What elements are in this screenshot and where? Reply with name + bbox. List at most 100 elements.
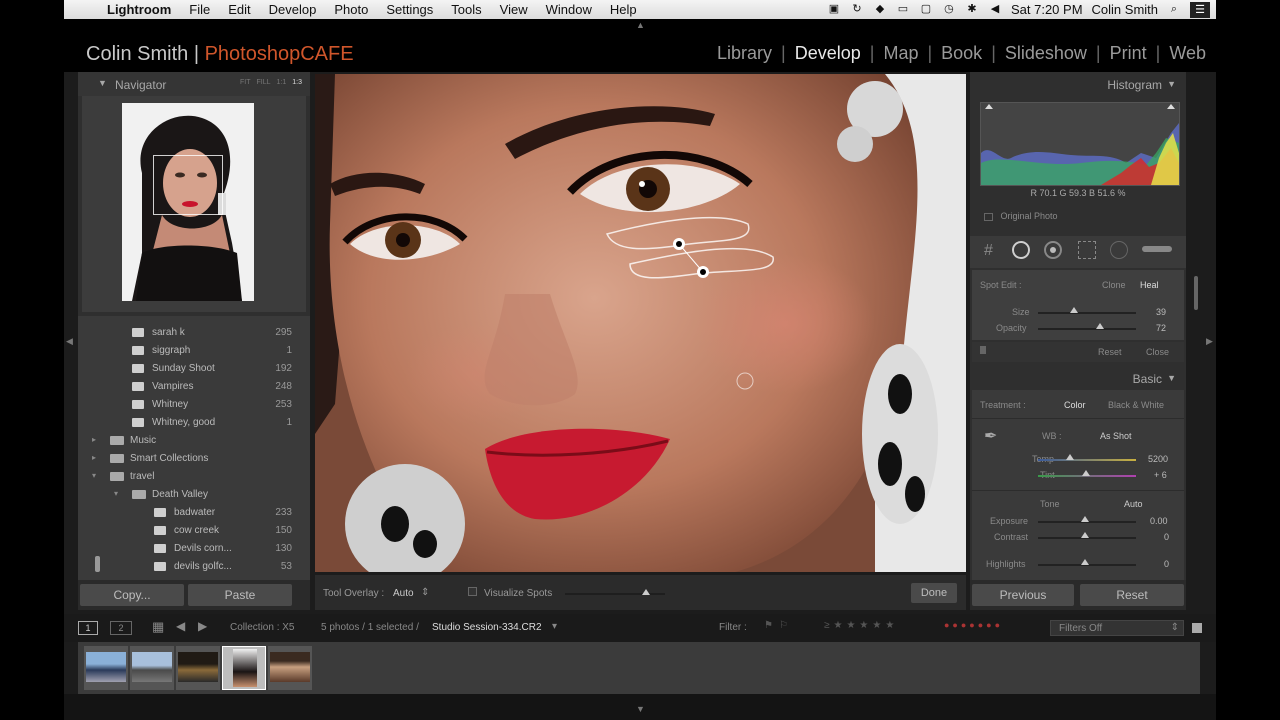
time-machine-icon[interactable]: ◷ xyxy=(942,4,956,15)
collapse-triangle-icon[interactable]: ▼ xyxy=(1167,79,1176,89)
opacity-slider-knob[interactable] xyxy=(1096,323,1104,329)
navigator-preview[interactable] xyxy=(82,96,306,312)
spot-heal-option[interactable]: Heal xyxy=(1140,280,1159,290)
basic-header[interactable]: Basic ▼ xyxy=(970,366,1186,390)
original-photo-checkbox[interactable]: Original Photo xyxy=(984,211,1058,221)
chevron-updown-icon[interactable]: ⇕ xyxy=(1171,622,1179,633)
zoom-1-3[interactable]: 1:3 xyxy=(292,79,302,86)
folder-row[interactable]: ▸ Smart Collections xyxy=(78,450,310,468)
menu-tools[interactable]: Tools xyxy=(442,2,490,17)
filmstrip-thumb[interactable] xyxy=(130,646,174,690)
visualize-threshold-knob[interactable] xyxy=(642,589,650,595)
visualize-spots-checkbox[interactable] xyxy=(468,587,477,596)
opacity-slider[interactable] xyxy=(1038,328,1136,330)
filmstrip-thumb[interactable] xyxy=(84,646,128,690)
selected-filename[interactable]: Studio Session-334.CR2 xyxy=(432,622,542,633)
menu-app-name[interactable]: Lightroom xyxy=(98,2,180,17)
sync-icon[interactable]: ↻ xyxy=(850,4,864,15)
histogram-graph[interactable] xyxy=(980,102,1180,186)
zoom-fit[interactable]: FIT xyxy=(240,79,251,86)
folder-row[interactable]: cow creek 150 xyxy=(78,522,310,540)
star-rating-filter[interactable]: ≥★★★★★ xyxy=(824,620,898,631)
histogram-header[interactable]: Histogram ▼ xyxy=(970,72,1186,96)
previous-button[interactable]: Previous xyxy=(972,584,1074,606)
size-slider-knob[interactable] xyxy=(1070,307,1078,313)
zoom-fill[interactable]: FILL xyxy=(257,79,271,86)
menu-user[interactable]: Colin Smith xyxy=(1092,2,1158,17)
tone-auto-button[interactable]: Auto xyxy=(1124,499,1143,509)
original-photo-box[interactable] xyxy=(984,212,993,221)
menu-develop[interactable]: Develop xyxy=(260,2,326,17)
filmstrip-thumb[interactable] xyxy=(176,646,220,690)
expand-triangle-icon[interactable]: ▸ xyxy=(92,435,96,444)
main-photo-canvas[interactable] xyxy=(315,74,966,572)
folder-row[interactable]: devils golfc... 53 xyxy=(78,558,310,576)
temp-value[interactable]: 5200 xyxy=(1148,454,1168,464)
bluetooth-icon[interactable]: ✱ xyxy=(965,4,979,15)
paste-button[interactable]: Paste xyxy=(188,584,292,606)
menu-photo[interactable]: Photo xyxy=(325,2,377,17)
filmstrip-thumb[interactable] xyxy=(268,646,312,690)
highlights-value[interactable]: 0 xyxy=(1164,559,1169,569)
display-icon[interactable]: ▢ xyxy=(919,4,933,15)
collection-label[interactable]: Collection : X5 xyxy=(230,622,294,633)
expand-triangle-icon[interactable]: ▸ xyxy=(92,453,96,462)
copy-button[interactable]: Copy... xyxy=(80,584,184,606)
menu-window[interactable]: Window xyxy=(537,2,601,17)
menu-edit[interactable]: Edit xyxy=(219,2,259,17)
folder-row[interactable]: Devils corn... 130 xyxy=(78,540,310,558)
crop-overlay-icon[interactable]: # xyxy=(984,242,993,260)
menu-view[interactable]: View xyxy=(491,2,537,17)
temp-slider[interactable] xyxy=(1038,459,1136,461)
module-map[interactable]: Map xyxy=(883,43,918,64)
collapse-triangle-icon[interactable]: ▾ xyxy=(114,489,118,498)
adjustment-brush-icon[interactable] xyxy=(1142,246,1172,252)
filmstrip-thumb-selected[interactable] xyxy=(222,646,266,690)
radial-filter-icon[interactable] xyxy=(1110,241,1128,259)
module-develop[interactable]: Develop xyxy=(795,43,861,64)
volume-icon[interactable]: ◀ xyxy=(988,4,1002,15)
spotlight-icon[interactable]: ⌕ xyxy=(1167,4,1181,15)
color-label-filter[interactable]: ●●●●●●● xyxy=(944,620,1003,630)
main-window-button[interactable]: 1 xyxy=(78,621,98,635)
screen-record-icon[interactable]: ▣ xyxy=(827,4,841,15)
size-value[interactable]: 39 xyxy=(1156,307,1166,317)
contrast-value[interactable]: 0 xyxy=(1164,532,1169,542)
graduated-filter-icon[interactable] xyxy=(1078,241,1096,259)
chevron-updown-icon[interactable]: ⇕ xyxy=(421,587,429,598)
size-slider[interactable] xyxy=(1038,312,1136,314)
second-window-button[interactable]: 2 xyxy=(110,621,132,635)
notification-center-icon[interactable]: ☰ xyxy=(1190,1,1210,18)
folder-row[interactable]: ▾ travel xyxy=(78,468,310,486)
bottom-panel-toggle-icon[interactable]: ▼ xyxy=(636,704,645,714)
contrast-slider-knob[interactable] xyxy=(1081,532,1089,538)
module-print[interactable]: Print xyxy=(1110,43,1147,64)
menu-help[interactable]: Help xyxy=(601,2,646,17)
filters-off-select[interactable]: Filters Off ⇕ xyxy=(1050,620,1184,636)
menu-file[interactable]: File xyxy=(180,2,219,17)
tint-value[interactable]: + 6 xyxy=(1154,470,1167,480)
right-panel-toggle-icon[interactable]: ▶ xyxy=(1206,336,1213,347)
module-library[interactable]: Library xyxy=(717,43,772,64)
treatment-bw-option[interactable]: Black & White xyxy=(1108,400,1164,410)
battery-icon[interactable]: ▭ xyxy=(896,4,910,15)
chevron-down-icon[interactable]: ▾ xyxy=(552,621,557,632)
visualize-threshold-slider[interactable] xyxy=(565,593,665,595)
flag-filter-icons[interactable]: ⚑⚐ xyxy=(764,620,794,631)
reset-button[interactable]: Reset xyxy=(1080,584,1184,606)
grid-view-icon[interactable]: ▦ xyxy=(152,619,164,635)
folder-row[interactable]: ▸ Music xyxy=(78,432,310,450)
forward-arrow-icon[interactable]: ▶ xyxy=(198,619,207,633)
folder-row[interactable]: siggraph 1 xyxy=(78,342,310,360)
back-arrow-icon[interactable]: ◀ xyxy=(176,619,185,633)
collapse-triangle-icon[interactable]: ▼ xyxy=(98,78,107,88)
tool-overlay-select[interactable]: Auto xyxy=(393,588,414,599)
navigator-thumbnail[interactable] xyxy=(122,103,254,301)
spot-clone-option[interactable]: Clone xyxy=(1102,280,1126,290)
folder-row[interactable]: ▾ Death Valley xyxy=(78,486,310,504)
left-scrollbar[interactable] xyxy=(95,556,100,572)
top-panel-toggle-icon[interactable]: ▲ xyxy=(636,20,645,30)
folder-row[interactable]: Vampires 248 xyxy=(78,378,310,396)
done-button[interactable]: Done xyxy=(911,583,957,603)
zoom-1-1[interactable]: 1:1 xyxy=(277,79,287,86)
